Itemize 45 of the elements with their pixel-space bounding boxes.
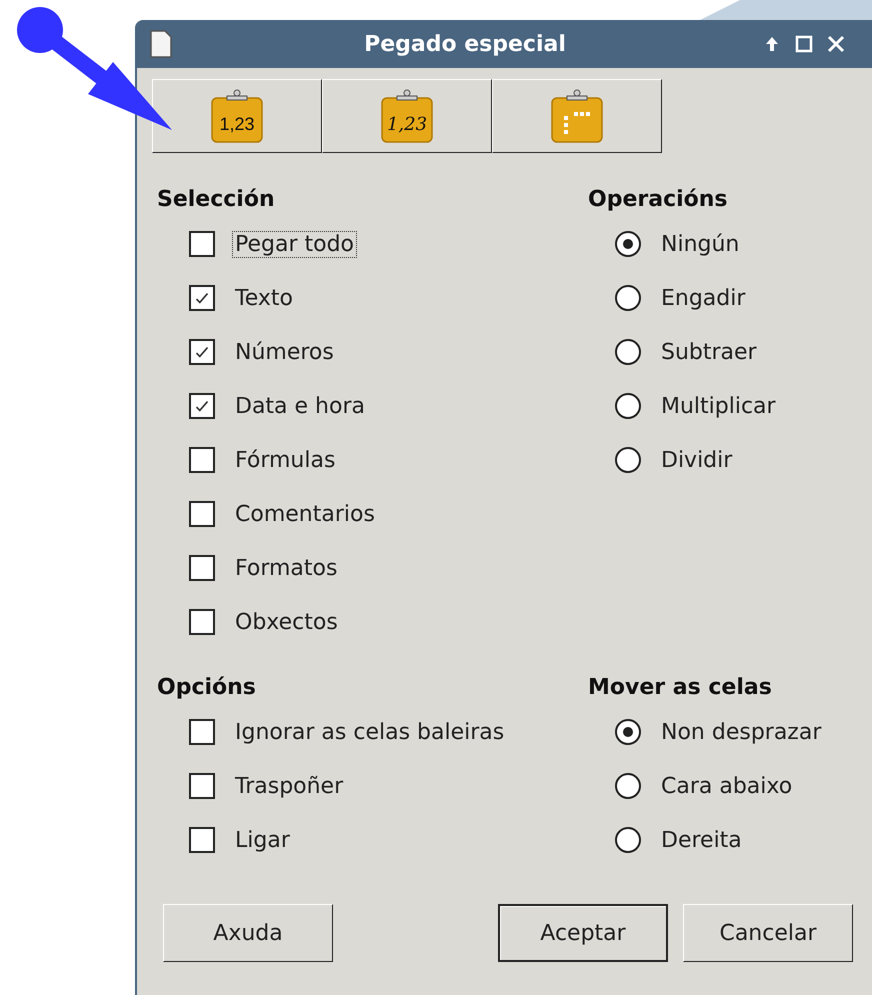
radio-option[interactable]: Dereita (583, 813, 863, 867)
radio-option[interactable]: Ningún (583, 217, 863, 271)
radio-option[interactable]: Multiplicar (583, 379, 863, 433)
checkbox[interactable] (189, 773, 215, 799)
section-heading: Opcións (157, 674, 257, 702)
checkbox-option[interactable]: Números (152, 325, 583, 379)
close-icon[interactable] (826, 34, 846, 54)
radio-option[interactable]: Dividir (583, 433, 863, 487)
checkbox[interactable] (189, 555, 215, 581)
checkbox-option[interactable]: Obxectos (152, 595, 583, 649)
checkbox[interactable] (189, 285, 215, 311)
paste-button[interactable]: 1,23 (152, 79, 322, 153)
checkbox[interactable] (189, 719, 215, 745)
checkbox[interactable] (189, 393, 215, 419)
maximize-icon[interactable] (794, 34, 814, 54)
checkbox-option[interactable]: Traspoñer (152, 759, 583, 813)
checkbox[interactable] (189, 827, 215, 853)
section-heading: Mover as celas (588, 674, 773, 702)
checkbox-option[interactable]: Ignorar as celas baleiras (152, 705, 583, 759)
section-heading: Operacións (588, 186, 729, 214)
checkbox-option[interactable]: Formatos (152, 541, 583, 595)
checkbox[interactable] (189, 339, 215, 365)
checkbox-option[interactable]: Texto (152, 271, 583, 325)
paste-button[interactable] (492, 79, 662, 153)
checkbox-option[interactable]: Comentarios (152, 487, 583, 541)
dialog-button[interactable]: Cancelar (683, 904, 853, 962)
checkbox-option[interactable]: Ligar (152, 813, 583, 867)
paste-button[interactable]: 1,23 (322, 79, 492, 153)
radio-option[interactable]: Cara abaixo (583, 759, 863, 813)
radio-option[interactable]: Engadir (583, 271, 863, 325)
clipboard-icon (550, 88, 604, 144)
radio-option[interactable]: Non desprazar (583, 705, 863, 759)
window-title: Pegado especial (363, 32, 567, 56)
checkbox-option[interactable]: Data e hora (152, 379, 583, 433)
checkbox[interactable] (189, 501, 215, 527)
checkbox-option[interactable]: Fórmulas (152, 433, 583, 487)
checkbox[interactable] (189, 609, 215, 635)
section-heading: Selección (157, 186, 276, 214)
checkbox-option[interactable]: Pegar todo (152, 217, 583, 271)
checkbox[interactable] (189, 447, 215, 473)
document-icon (149, 29, 173, 59)
radio-option[interactable]: Subtraer (583, 325, 863, 379)
dialog-button[interactable]: Axuda (163, 904, 333, 962)
checkbox[interactable] (189, 231, 215, 257)
dialog-button[interactable]: Aceptar (498, 904, 668, 962)
